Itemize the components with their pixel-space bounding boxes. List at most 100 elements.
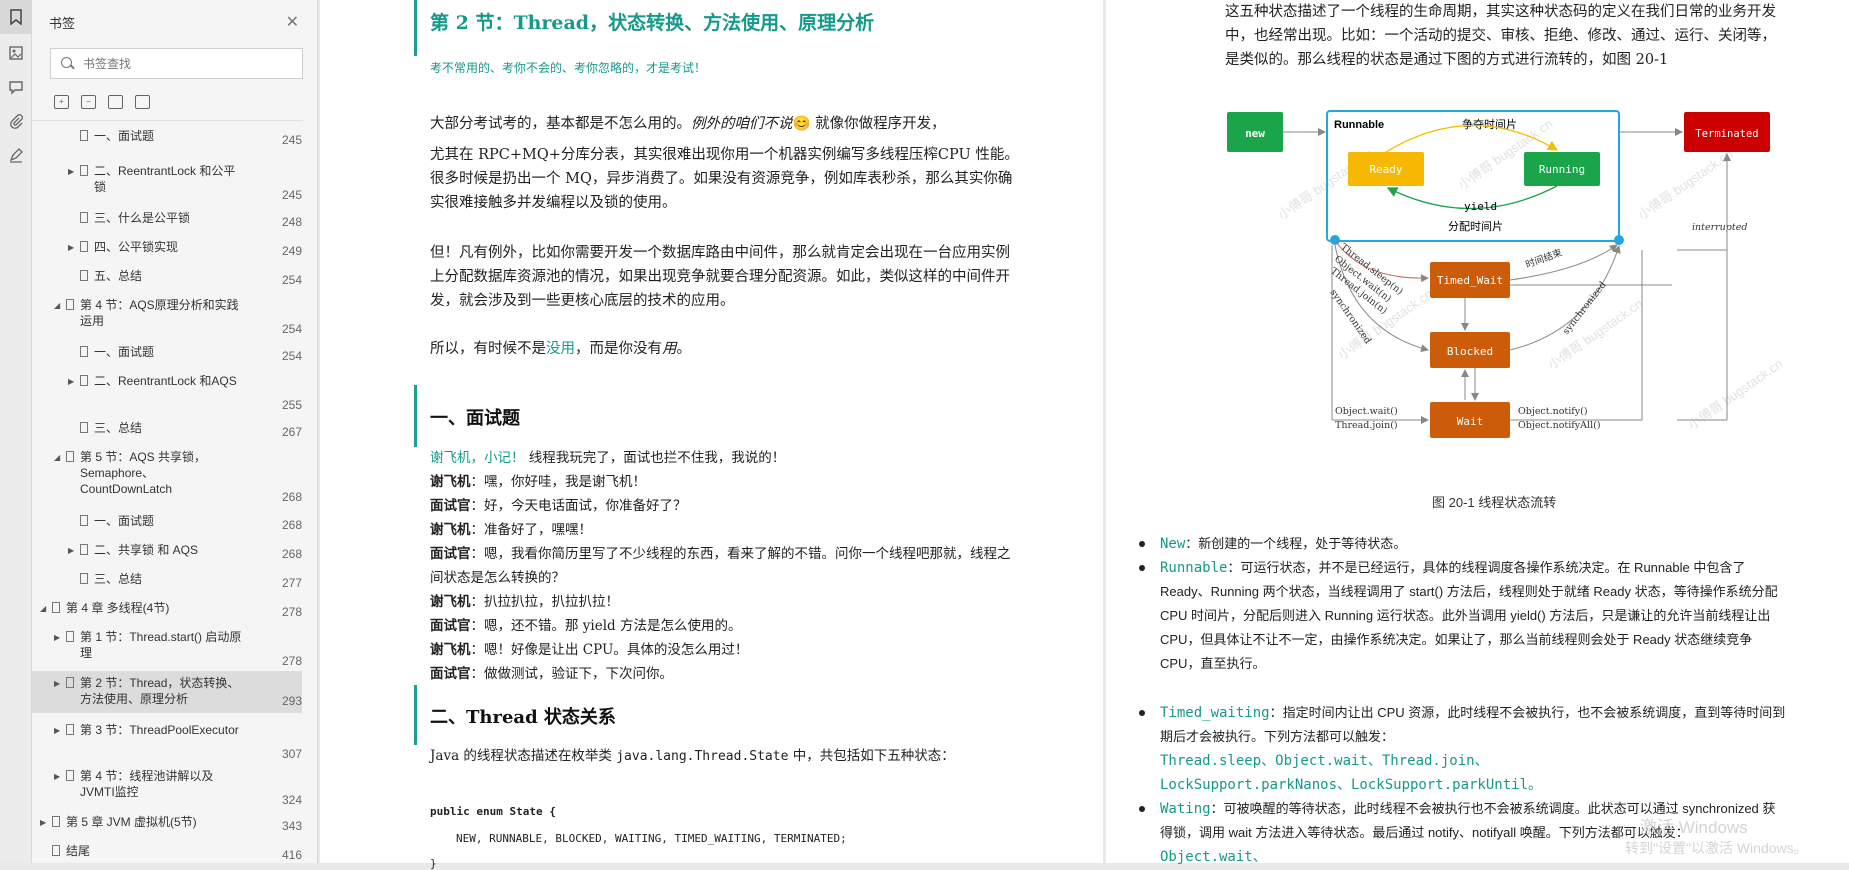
code-line-1: public enum State { [430,805,556,818]
dialog-line: 面试官：嗯，还不错。那 yield 方法是怎么使用的。 [430,614,1020,638]
section-subtitle: 考不常用的、考你不会的、考你忽略的，才是考试！ [430,61,707,75]
signature-icon[interactable] [0,138,32,172]
expand-arrow-icon[interactable]: ▶ [54,676,60,692]
activate-windows-title: 激活 Windows [1640,818,1748,837]
bookmark-icon [52,816,60,827]
state-timed-wait-label: Timed_Wait [1437,274,1503,287]
bookmark-panel-icon[interactable] [0,0,32,34]
bookmark-item[interactable]: ▶ 第 5 章 JVM 虚拟机(5节) 343 [32,814,302,834]
section-accent-bar [414,385,417,447]
collapse-arrow-icon[interactable]: ◢ [40,601,46,617]
page2-intro: 这五种状态描述了一个线程的生命周期，其实这种状态码的定义在我们日常的业务开发中，… [1225,4,1776,68]
bookmark-item[interactable]: 三、总结 277 [32,571,302,591]
bookmark-page-number: 268 [281,518,302,532]
code-line-2: NEW, RUNNABLE, BLOCKED, WAITING, TIMED_W… [456,832,847,845]
bookmark-item[interactable]: 三、总结 267 [32,420,302,440]
bookmark-item[interactable]: ▶ 二、ReentrantLock 和公平锁 245 [32,163,302,203]
interrupted-label: interrupted [1692,222,1747,233]
para4-b: 中，共包括如下五种状态： [788,748,955,764]
expand-arrow-icon[interactable]: ▶ [68,240,74,256]
bookmark-label: 第 4 章 多线程(4节) [66,601,170,615]
bookmark-item[interactable]: ◢ 第 5 节：AQS 共享锁，Semaphore、CountDownLatch 2… [32,449,302,505]
bookmark-item[interactable]: ▶ 二、ReentrantLock 和AQS 255 [32,373,302,413]
bullet-term: Timed_waiting [1160,705,1270,721]
bookmark-icon [80,422,88,433]
comment-icon[interactable] [0,70,32,104]
para1-text-c: 😊 就像你做程序开发， [792,116,946,132]
expand-arrow-icon[interactable]: ▶ [54,630,60,646]
collapse-all-icon[interactable]: − [81,94,96,109]
bookmark-item[interactable]: 一、面试题 245 [32,128,302,148]
bookmark-search-box[interactable] [50,48,303,79]
expand-arrow-icon[interactable]: ▶ [68,374,74,390]
para3-link[interactable]: 没用 [546,341,575,357]
bookmark-item[interactable]: 一、面试题 254 [32,344,302,364]
dialog-line: 面试官：好，今天电话面试，你准备好了？ [430,494,1020,518]
search-icon [61,56,75,71]
bullet-text: ：可运行状态，并不是已经运行，具体的线程调度各操作系统决定。在 Runnable… [1160,560,1778,671]
delete-bookmark-icon[interactable] [135,94,150,109]
runnable-label: Runnable [1334,119,1384,131]
dialog-text: ：做做测试，验证下，下次问你。 [470,666,674,682]
expand-arrow-icon[interactable]: ▶ [68,543,74,559]
bullet-term: Runnable [1160,560,1228,576]
notify-label: Object.notify() [1518,406,1588,417]
expand-arrow-icon[interactable]: ▶ [54,769,60,785]
bookmark-item[interactable]: 三、什么是公平锁 248 [32,210,302,230]
bookmark-item[interactable]: 结尾 416 [32,843,302,863]
bookmark-item[interactable]: ▶ 第 2 节：Thread，状态转换、方法使用、原理分析 293 [32,671,302,713]
section-accent-bar [414,0,417,56]
expand-all-icon[interactable]: + [54,94,69,109]
bookmark-icon [80,573,88,584]
collapse-arrow-icon[interactable]: ◢ [54,298,60,314]
close-icon[interactable]: ✕ [286,12,299,32]
para3-italic: 用 [662,341,677,357]
diagram-watermark: 小傅哥 bugstack.cn [1545,296,1645,373]
bookmark-icon [66,724,74,735]
state-wait-label: Wait [1457,415,1484,428]
bookmark-icon [80,130,88,141]
dialog-speaker: 面试官 [430,666,471,682]
bookmark-page-number: 254 [281,349,302,363]
bookmark-item[interactable]: ◢ 第 4 节：AQS原理分析和实践运用 254 [32,297,302,337]
bookmark-item[interactable]: ▶ 第 1 节：Thread.start() 启动原理 278 [32,629,302,669]
bookmark-label: 五、总结 [94,269,143,283]
bookmark-item[interactable]: 一、面试题 268 [32,513,302,533]
bullet-term: New [1160,536,1186,552]
document-page-left: 第 2 节：Thread，状态转换、方法使用、原理分析 考不常用的、考你不会的、… [320,0,1103,870]
bookmark-search-input[interactable] [83,56,283,71]
collapse-arrow-icon[interactable]: ◢ [54,450,60,466]
state-terminated-label: Terminated [1695,128,1758,140]
bookmark-item[interactable]: ▶ 四、公平锁实现 249 [32,239,302,259]
bookmark-label: 三、总结 [94,421,143,435]
bookmark-icon [80,544,88,555]
bookmark-item[interactable]: ▶ 第 3 节：ThreadPoolExecutor 307 [32,722,302,762]
add-bookmark-icon[interactable] [108,94,123,109]
figure-caption: 图 20-1 线程状态流转 [1432,495,1557,510]
expand-arrow-icon[interactable]: ▶ [54,723,60,739]
bookmark-item[interactable]: ▶ 第 4 节：线程池讲解以及JVMTI监控 324 [32,768,302,808]
dialog-speaker: 面试官 [430,498,471,514]
para1-text-a: 大部分考试考的，基本都是不怎么用的。 [430,116,691,132]
expand-arrow-icon[interactable]: ▶ [68,164,74,180]
paragraph-2: 但！凡有例外，比如你需要开发一个数据库路由中间件，那么就肯定会出现在一台应用实例… [430,245,1010,309]
bookmark-item[interactable]: ◢ 第 4 章 多线程(4节) 278 [32,600,302,620]
bookmark-item[interactable]: 五、总结 254 [32,268,302,288]
dialog-speaker: 谢飞机 [430,594,471,610]
bookmark-label: 一、面试题 [94,514,155,528]
bookmark-item[interactable]: ▶ 二、共享锁 和 AQS 268 [32,542,302,562]
dialog-intro-text: 线程我玩完了，面试也拦不住我，我说的！ [524,450,786,466]
attachment-icon[interactable] [0,104,32,138]
bookmark-page-number: 277 [281,576,302,590]
dialog-speaker: 谢飞机 [430,522,471,538]
bookmark-label: 二、共享锁 和 AQS [94,543,199,557]
timed-methods-line1: Thread.sleep、Object.wait、Thread.join、 [1160,753,1489,769]
bookmark-label: 二、ReentrantLock 和AQS [94,374,237,388]
section-accent-bar [414,685,417,745]
bookmark-sidebar: 书签 ✕ + − 一、面试题 245 ▶ 二、ReentrantLock 和公平锁 24… [32,0,318,863]
dialog-line: 面试官：做做测试，验证下，下次问你。 [430,662,1020,686]
expand-arrow-icon[interactable]: ▶ [40,815,46,831]
dialog-speaker: 谢飞机 [430,642,471,658]
dialog-line: 谢飞机：嘿，你好哇，我是谢飞机！ [430,470,1020,494]
thumbnail-icon[interactable] [0,36,32,70]
